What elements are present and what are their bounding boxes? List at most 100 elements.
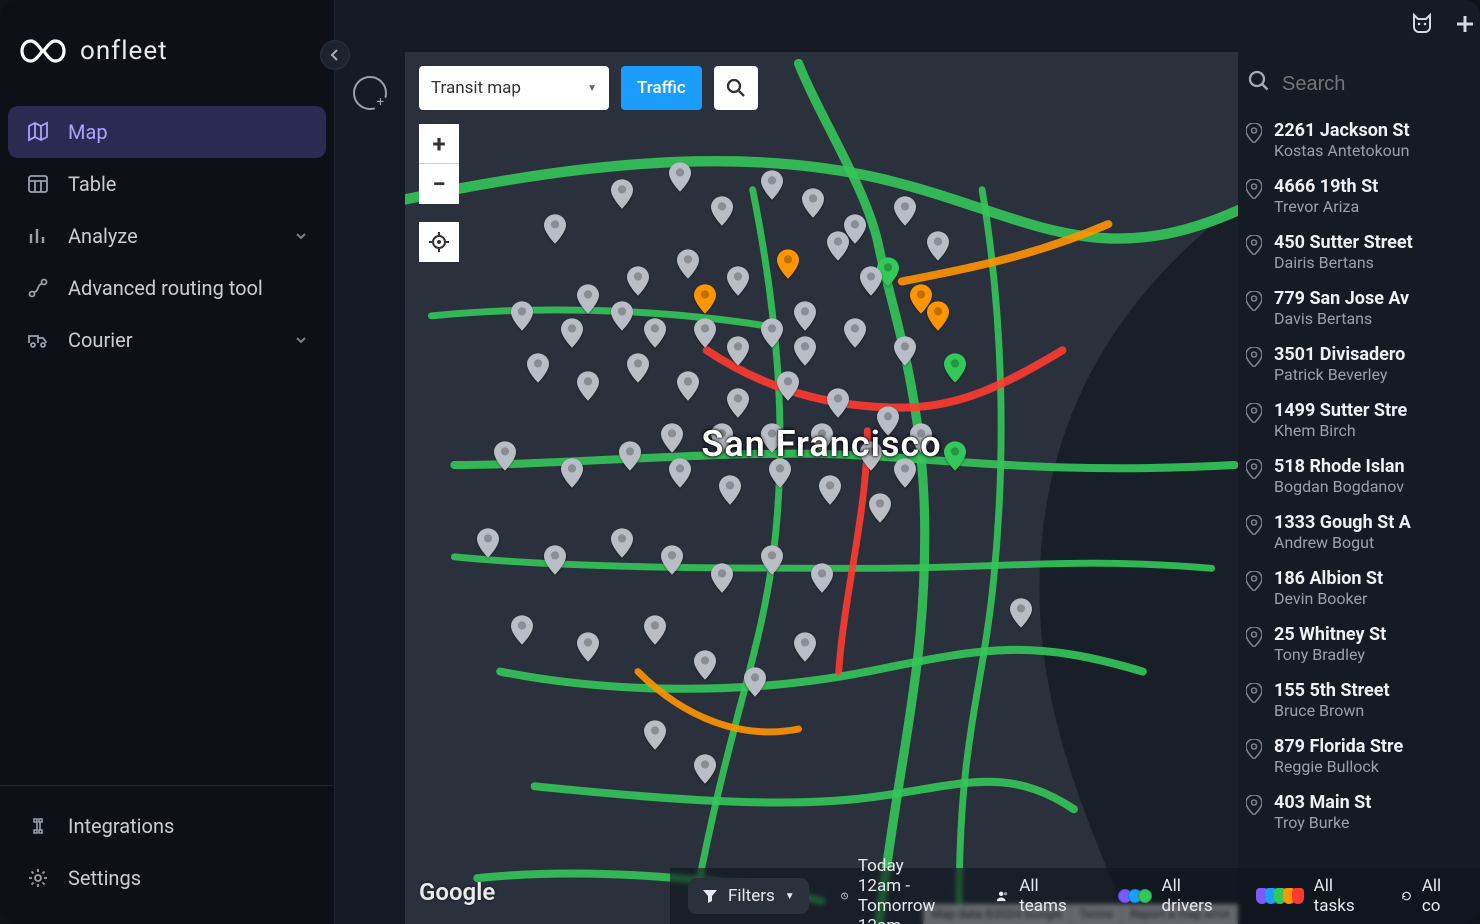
map-type-dropdown[interactable]: Transit map ▼ [419, 66, 609, 110]
sidebar-item-map[interactable]: Map [8, 106, 326, 158]
map-pin[interactable] [669, 162, 691, 192]
sidebar-item-advanced-routing-tool[interactable]: Advanced routing tool [8, 262, 326, 314]
task-item[interactable]: 518 Rhode IslanBogdan Bogdanov [1238, 448, 1480, 504]
task-item[interactable]: 1333 Gough St AAndrew Bogut [1238, 504, 1480, 560]
map-pin[interactable] [761, 318, 783, 348]
map-pin[interactable] [744, 667, 766, 697]
map-pin[interactable] [619, 441, 641, 471]
map-pin[interactable] [811, 423, 833, 453]
map-pin[interactable] [561, 318, 583, 348]
map-pin[interactable] [1010, 598, 1032, 628]
sidebar-item-settings[interactable]: Settings [8, 852, 326, 904]
map-pin[interactable] [769, 458, 791, 488]
map-pin[interactable] [661, 545, 683, 575]
map-pin[interactable] [511, 615, 533, 645]
map-pin[interactable] [669, 458, 691, 488]
map-pin[interactable] [869, 493, 891, 523]
map-pin[interactable] [894, 458, 916, 488]
map-pin[interactable] [777, 249, 799, 279]
map-pin[interactable] [844, 318, 866, 348]
map-pin[interactable] [627, 353, 649, 383]
task-item[interactable]: 450 Sutter StreetDairis Bertans [1238, 224, 1480, 280]
map-pin[interactable] [644, 720, 666, 750]
map-pin[interactable] [711, 196, 733, 226]
map-pin[interactable] [627, 266, 649, 296]
map-pin[interactable] [761, 545, 783, 575]
map-pin[interactable] [577, 284, 599, 314]
map-pin[interactable] [694, 284, 716, 314]
locate-button[interactable] [419, 222, 459, 262]
map-pin[interactable] [677, 249, 699, 279]
map-pin[interactable] [944, 353, 966, 383]
map-pin[interactable] [819, 475, 841, 505]
map-pin[interactable] [711, 423, 733, 453]
map-pin[interactable] [877, 406, 899, 436]
task-item[interactable]: 155 5th StreetBruce Brown [1238, 672, 1480, 728]
sidebar-item-analyze[interactable]: Analyze [8, 210, 326, 262]
map-pin[interactable] [577, 632, 599, 662]
map-pin[interactable] [894, 196, 916, 226]
map-pin[interactable] [811, 563, 833, 593]
map-pin[interactable] [860, 441, 882, 471]
map-pin[interactable] [611, 179, 633, 209]
task-item[interactable]: 403 Main StTroy Burke [1238, 784, 1480, 840]
map-pin[interactable] [719, 475, 741, 505]
map-pin[interactable] [827, 388, 849, 418]
time-range-chip[interactable]: Today 12am - Tomorrow 12am [827, 848, 964, 924]
zoom-out-button[interactable]: − [419, 164, 459, 204]
map-pin[interactable] [761, 170, 783, 200]
map-pin[interactable] [727, 266, 749, 296]
sidebar-item-integrations[interactable]: Integrations [8, 800, 326, 852]
filters-chip[interactable]: Filters ▼ [688, 878, 809, 914]
map-pin[interactable] [802, 188, 824, 218]
add-icon[interactable] [1454, 13, 1476, 39]
map-viewport[interactable]: Transit map ▼ Traffic + − San Francisco [405, 52, 1238, 924]
map-pin[interactable] [927, 231, 949, 261]
tasks-chip[interactable]: All tasks [1245, 868, 1369, 924]
drivers-chip[interactable]: All drivers [1104, 868, 1227, 924]
task-search-input[interactable] [1282, 73, 1480, 96]
task-item[interactable]: 3501 DivisaderoPatrick Beverley [1238, 336, 1480, 392]
sidebar-item-table[interactable]: Table [8, 158, 326, 210]
map-pin[interactable] [544, 214, 566, 244]
map-pin[interactable] [794, 336, 816, 366]
map-pin[interactable] [860, 266, 882, 296]
map-search-button[interactable] [714, 66, 758, 110]
map-pin[interactable] [661, 423, 683, 453]
map-pin[interactable] [927, 301, 949, 331]
map-pin[interactable] [561, 458, 583, 488]
zoom-in-button[interactable]: + [419, 124, 459, 164]
task-item[interactable]: 2261 Jackson StKostas Antetokoun [1238, 112, 1480, 168]
last-chip[interactable]: All co [1387, 868, 1462, 924]
map-pin[interactable] [711, 563, 733, 593]
map-pin[interactable] [794, 301, 816, 331]
map-pin[interactable] [727, 336, 749, 366]
map-pin[interactable] [511, 301, 533, 331]
task-item[interactable]: 4666 19th StTrevor Ariza [1238, 168, 1480, 224]
map-pin[interactable] [677, 371, 699, 401]
teams-chip[interactable]: All teams [982, 868, 1086, 924]
task-item[interactable]: 879 Florida StreReggie Bullock [1238, 728, 1480, 784]
map-pin[interactable] [694, 754, 716, 784]
sidebar-collapse-handle[interactable] [320, 40, 350, 70]
map-pin[interactable] [777, 371, 799, 401]
map-pin[interactable] [644, 318, 666, 348]
sidebar-item-courier[interactable]: Courier [8, 314, 326, 366]
map-pin[interactable] [827, 231, 849, 261]
task-item[interactable]: 186 Albion StDevin Booker [1238, 560, 1480, 616]
map-pin[interactable] [544, 545, 566, 575]
map-pin[interactable] [694, 650, 716, 680]
cat-icon[interactable] [1410, 12, 1434, 40]
map-pin[interactable] [761, 423, 783, 453]
map-pin[interactable] [611, 528, 633, 558]
map-pin[interactable] [477, 528, 499, 558]
map-pin[interactable] [910, 423, 932, 453]
map-pin[interactable] [794, 632, 816, 662]
task-list[interactable]: 2261 Jackson StKostas Antetokoun4666 19t… [1238, 112, 1480, 924]
map-pin[interactable] [727, 388, 749, 418]
task-item[interactable]: 779 San Jose AvDavis Bertans [1238, 280, 1480, 336]
map-pin[interactable] [494, 441, 516, 471]
map-pin[interactable] [611, 301, 633, 331]
map-pin[interactable] [577, 371, 599, 401]
task-item[interactable]: 1499 Sutter StreKhem Birch [1238, 392, 1480, 448]
